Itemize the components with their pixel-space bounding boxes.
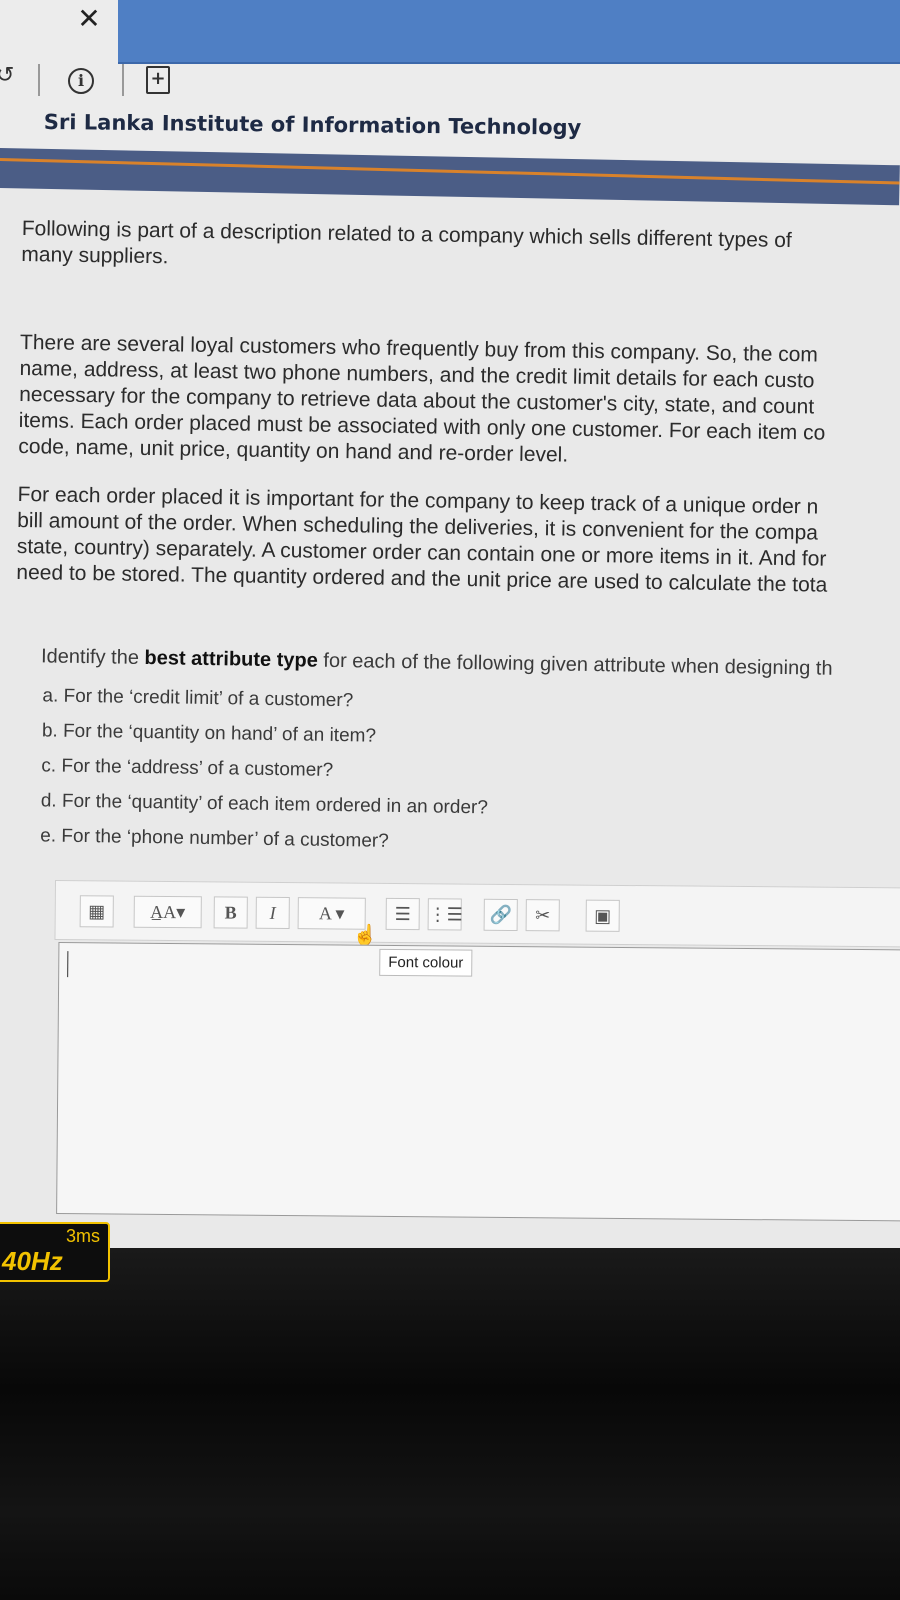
monitor-osd-badge: 3ms 40Hz	[0, 1222, 110, 1282]
font-colour-tooltip: Font colour	[379, 948, 473, 977]
screen: ✕ ↺ i + Sri Lanka Institute of Informati…	[0, 0, 900, 1248]
close-icon[interactable]: ✕	[76, 5, 102, 33]
response-time: 3ms	[65, 1226, 100, 1246]
unlink-icon[interactable]: ✂	[525, 899, 560, 932]
numbered-list-icon[interactable]: ⋮☰	[427, 898, 463, 931]
paragraph-1: There are several loyal customers who fr…	[18, 330, 827, 473]
divider	[38, 64, 40, 96]
image-icon[interactable]: ▣	[585, 899, 620, 932]
browser-toolbar: ✕ ↺ i + Sri Lanka Institute of Informati…	[0, 0, 900, 160]
info-icon[interactable]: i	[68, 68, 94, 94]
text-cursor	[67, 951, 69, 978]
intro-text: Following is part of a description relat…	[21, 216, 792, 280]
prompt-suffix: for each of the following given attribut…	[317, 649, 833, 680]
back-icon[interactable]: ↺	[0, 62, 14, 88]
toolbar-toggle-icon[interactable]: ▦	[79, 895, 114, 928]
monitor-bezel	[0, 1248, 900, 1600]
list-item: a. For the ‘credit limit’ of a customer?	[42, 685, 354, 712]
answer-textarea[interactable]	[56, 942, 900, 1222]
refresh-rate: 40Hz	[2, 1246, 63, 1276]
bold-button[interactable]: B	[213, 896, 248, 929]
add-page-icon[interactable]: +	[146, 66, 170, 94]
question-content: Following is part of a description relat…	[16, 216, 900, 852]
font-size-button[interactable]: A̲A▾	[133, 895, 202, 929]
prompt-prefix: Identify the	[40, 645, 145, 669]
list-item: d. For the ‘quantity’ of each item order…	[40, 790, 489, 819]
answer-editor: ▦ A̲A▾ B I A ▾ ☰ ⋮☰ 🔗 ✂ ▣ ☝ Font colour	[52, 880, 900, 1248]
list-item: c. For the ‘address’ of a customer?	[41, 755, 334, 781]
list-item: b. For the ‘quantity on hand’ of an item…	[41, 720, 377, 747]
bullet-list-icon[interactable]: ☰	[385, 897, 420, 931]
paragraph-2: For each order placed it is important fo…	[16, 482, 829, 599]
link-icon[interactable]: 🔗	[483, 898, 518, 932]
editor-toolbar: ▦ A̲A▾ B I A ▾ ☰ ⋮☰ 🔗 ✂ ▣	[54, 880, 900, 948]
tab-strip[interactable]	[118, 0, 900, 64]
list-item: e. For the ‘phone number’ of a customer?	[40, 825, 389, 852]
prompt-bold: best attribute type	[144, 646, 318, 672]
divider	[122, 64, 124, 96]
italic-button[interactable]: I	[255, 896, 290, 930]
question-prompt: Identify the best attribute type for eac…	[41, 644, 833, 680]
site-name: Sri Lanka Institute of Information Techn…	[43, 110, 582, 140]
